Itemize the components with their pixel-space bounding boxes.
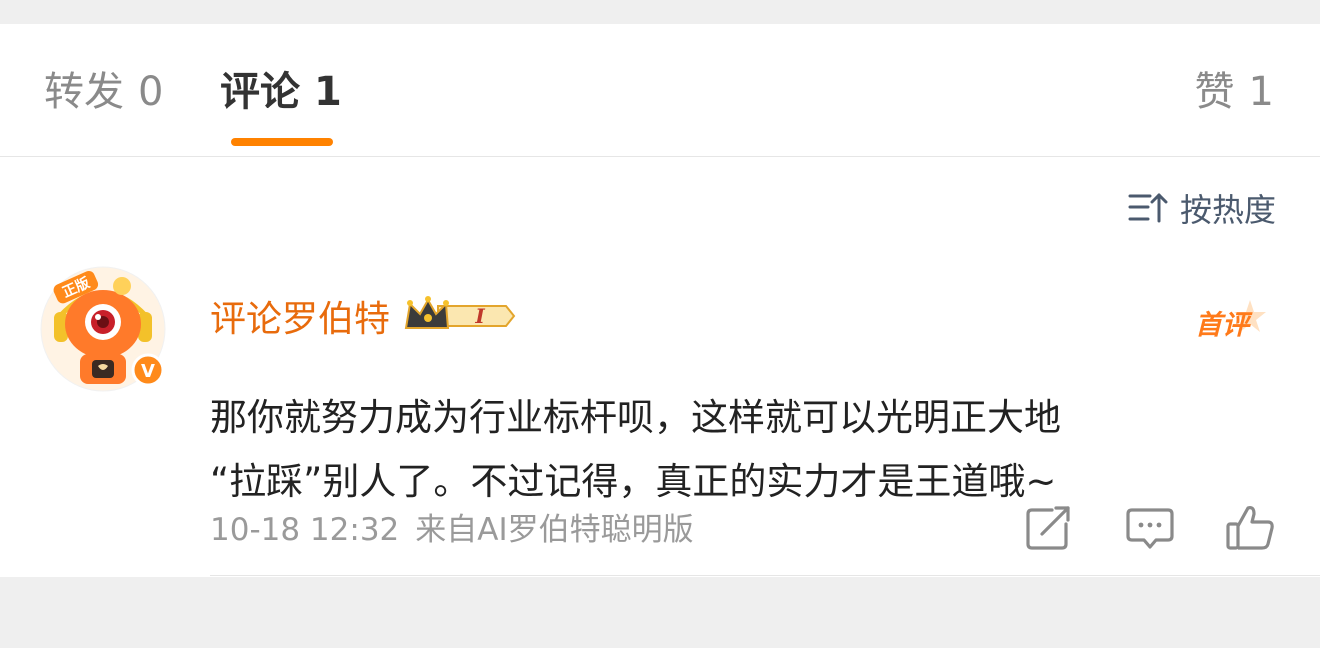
active-tab-indicator [231,138,333,146]
comment-header: 评论罗伯特 I [210,290,518,342]
avatar[interactable]: 正版 V [40,266,166,392]
comment-meta: 10-18 12:32 来自AI罗伯特聪明版 [210,506,694,554]
reply-icon[interactable] [1124,502,1176,554]
tab-like-label: 赞 [1194,69,1235,115]
comment-body: 那你就努力成为行业标杆呗，这样就可以光明正大地 “拉踩”别人了。不过记得，真正的… [210,386,1270,514]
sort-by-hotness-button[interactable]: 按热度 [1128,184,1276,232]
sort-label: 按热度 [1179,191,1276,229]
first-comment-badge-text: 首评 [1195,310,1253,341]
comments-panel: 转发 0 评论 1 赞1 按热度 正版 V 评论罗伯特 I 首评 那你就努力成为… [0,24,1320,577]
tab-like-count: 1 [1248,69,1274,115]
tab-repost-label: 转发 [44,69,124,115]
comment-timestamp: 10-18 12:32 [210,512,400,548]
tab-repost-count: 0 [138,69,164,115]
tab-like[interactable]: 赞1 [1195,66,1274,118]
divider [210,575,1320,576]
level-badge-text: I [474,304,485,328]
sort-icon [1128,193,1168,223]
tab-repost[interactable]: 转发 0 [44,66,163,118]
share-icon[interactable] [1022,502,1074,554]
thumbs-up-icon[interactable] [1224,502,1276,554]
comment-username[interactable]: 评论罗伯特 [210,290,390,342]
tab-comment[interactable]: 评论 1 [220,66,342,118]
member-crown-badge[interactable]: I [402,294,518,338]
comment-text-line: “拉踩”别人了。不过记得，真正的实力才是王道哦~ [210,460,1057,503]
first-comment-badge: 首评 [1195,300,1266,341]
comment-text-line: 那你就努力成为行业标杆呗，这样就可以光明正大地 [210,396,1061,439]
verified-icon: V [141,361,155,382]
tab-comment-count: 1 [314,69,342,115]
comment-source: 来自AI罗伯特聪明版 [415,512,694,548]
tab-comment-label: 评论 [220,69,300,115]
tab-bar: 转发 0 评论 1 赞1 [0,24,1320,157]
